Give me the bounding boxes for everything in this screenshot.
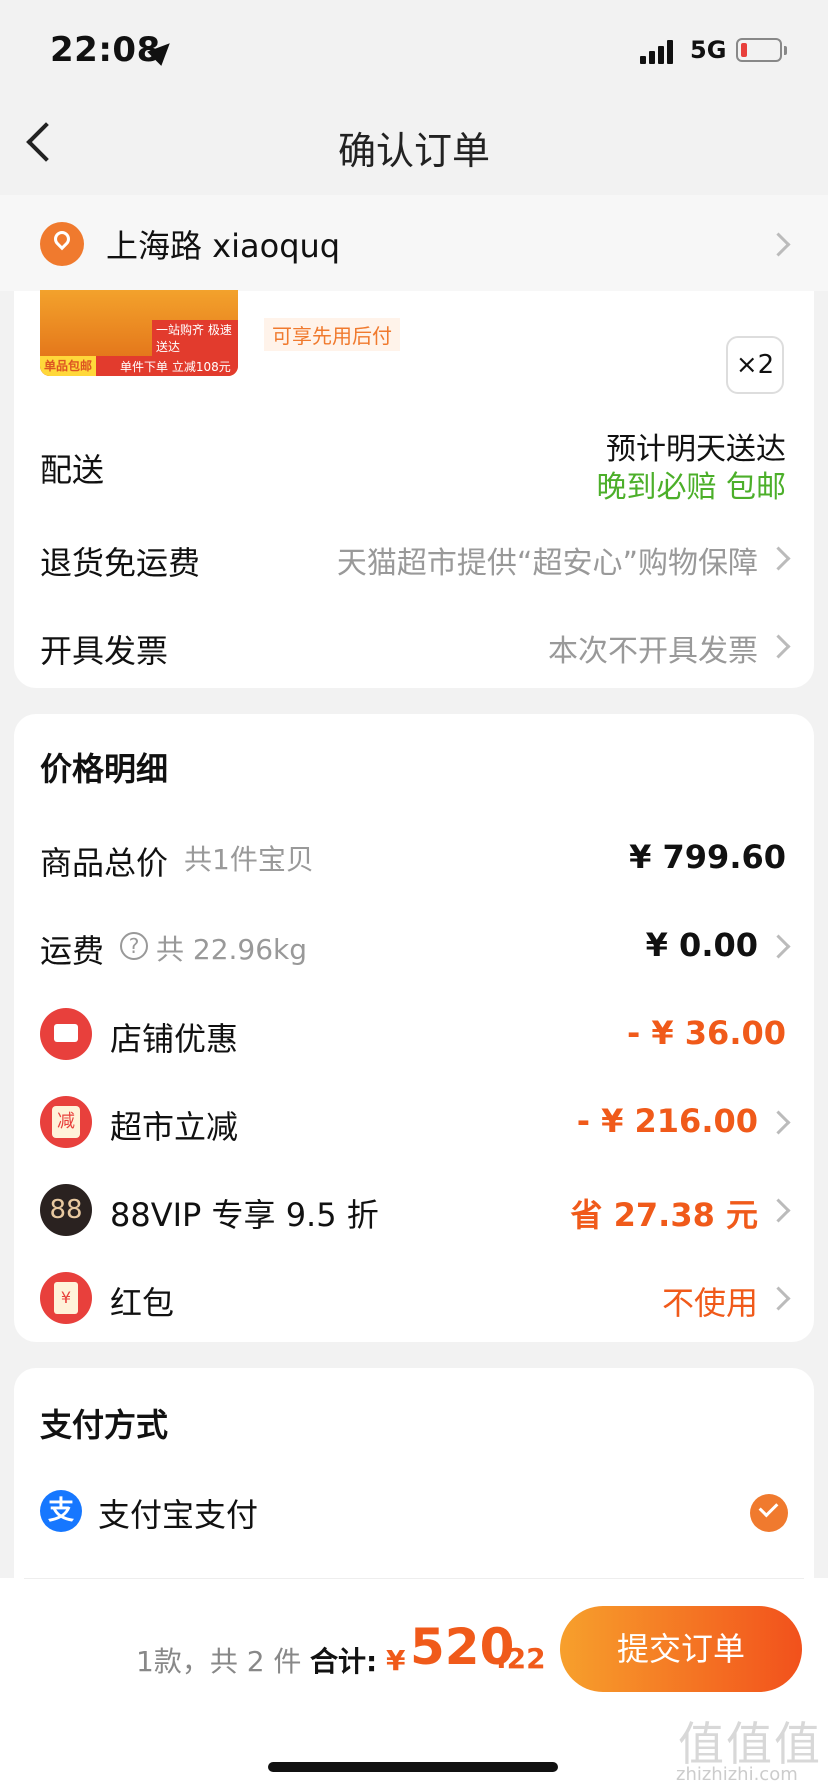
watermark-url: zhizhizhi.com: [676, 1764, 798, 1785]
shipping-weight: 共 22.96kg: [156, 933, 308, 966]
pay-later-badge: 可享先用后付: [264, 318, 400, 351]
divider: [24, 1578, 804, 1579]
payment-heading: 支付方式: [40, 1406, 169, 1444]
delivery-label: 配送: [40, 451, 105, 489]
network-type: 5G: [690, 36, 727, 64]
shipping-value[interactable]: ¥ 0.00: [560, 926, 758, 964]
red-packet-icon: ¥: [40, 1272, 92, 1324]
address-text: 上海路 xiaoquq: [106, 227, 341, 265]
total-amount-decimal: .22: [496, 1642, 546, 1675]
total-currency: ¥: [386, 1644, 406, 1677]
store-discount-label: 店铺优惠: [110, 1020, 239, 1058]
selected-check-icon[interactable]: [750, 1494, 788, 1532]
battery-icon: [736, 38, 787, 62]
returns-label: 退货免运费: [40, 544, 201, 582]
store-coupon-icon: [40, 1008, 92, 1060]
product-image-text2: 一站购齐 极速送达: [152, 320, 238, 356]
red-packet-value[interactable]: 不使用: [560, 1278, 758, 1324]
vip-88-icon: 88: [40, 1184, 92, 1236]
quantity-stepper[interactable]: ×2: [726, 336, 784, 394]
product-image-text: 单件下单 立减108元: [120, 360, 231, 374]
shipping-label: 运费: [40, 932, 105, 970]
location-pin-icon: [40, 222, 84, 266]
red-packet-label: 红包: [110, 1284, 175, 1322]
price-heading: 价格明细: [40, 750, 169, 788]
returns-value[interactable]: 天猫超市提供“超安心”购物保障: [280, 538, 758, 582]
red-packet-glyph: ¥: [54, 1282, 78, 1314]
help-icon[interactable]: ?: [120, 932, 148, 960]
goods-total-label: 商品总价: [40, 844, 169, 882]
supermarket-discount-value[interactable]: - ¥ 216.00: [520, 1102, 758, 1140]
product-image[interactable]: 一站购齐 极速送达 单品包邮 单件下单 立减108元: [40, 290, 238, 376]
delivery-promise: 晚到必赔 包邮: [596, 470, 786, 505]
store-discount-value: - ¥ 36.00: [626, 1014, 786, 1052]
status-time: 22:08: [50, 30, 161, 70]
home-indicator[interactable]: [268, 1762, 558, 1772]
goods-count: 共1件宝贝: [184, 843, 314, 876]
goods-total-value: ¥ 799.60: [629, 838, 786, 876]
page-title: 确认订单: [337, 129, 490, 173]
vip-discount-value[interactable]: 省 27.38 元: [520, 1190, 758, 1236]
signal-icon: [640, 40, 676, 64]
supermarket-discount-label: 超市立减: [110, 1108, 239, 1146]
product-image-tag: 单品包邮: [40, 356, 97, 376]
submit-order-button[interactable]: 提交订单: [560, 1606, 802, 1692]
invoice-label: 开具发票: [40, 632, 169, 670]
item-count: 1款，共 2 件: [136, 1645, 302, 1678]
supermarket-discount-glyph: 减: [52, 1106, 80, 1138]
alipay-icon: 支: [40, 1490, 82, 1532]
supermarket-discount-icon: 减: [40, 1096, 92, 1148]
total-label: 合计:: [310, 1645, 378, 1678]
vip-discount-label: 88VIP 专享 9.5 折: [110, 1196, 379, 1234]
invoice-value[interactable]: 本次不开具发票: [480, 626, 758, 670]
alipay-label[interactable]: 支付宝支付: [98, 1490, 258, 1536]
